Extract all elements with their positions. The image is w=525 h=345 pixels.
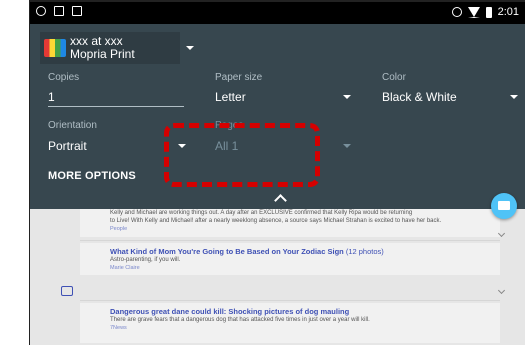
device-screen: 2:01 xxx at xxx Mopria Print Copies 1 Pa… (30, 2, 525, 345)
battery-icon (485, 6, 492, 18)
printer-selector[interactable]: xxx at xxx Mopria Print (40, 32, 180, 64)
orientation-select[interactable]: Portrait (48, 139, 87, 153)
printer-name-line2: Mopria Print (70, 47, 135, 61)
divider (80, 240, 500, 241)
print-options-panel: xxx at xxx Mopria Print Copies 1 Paper s… (30, 24, 525, 209)
more-options-button[interactable]: MORE OPTIONS (48, 170, 136, 182)
collapse-chevron-icon[interactable] (274, 194, 287, 207)
status-icons-left (36, 6, 82, 16)
sd-card-icon (72, 6, 82, 16)
notification-icon (36, 6, 46, 16)
paper-size-label: Paper size (215, 72, 263, 83)
orientation-label: Orientation (48, 120, 97, 131)
wifi-icon (467, 6, 480, 18)
copies-input[interactable]: 1 (48, 90, 55, 104)
data-saver-icon (451, 7, 462, 17)
printer-icon (498, 201, 510, 210)
feed-item-2-body: Astro-parenting, if you will. (110, 257, 181, 263)
status-bar: 2:01 (30, 2, 525, 24)
paper-size-select[interactable]: Letter (215, 90, 246, 104)
feed-item-2-title[interactable]: What Kind of Mom You're Going to Be Base… (110, 247, 344, 256)
print-fab-button[interactable] (491, 193, 517, 219)
color-select[interactable]: Black & White (382, 90, 457, 104)
feed-item-1-body-line2: to Live! With Kelly and Michael! after a… (110, 218, 442, 224)
highlight-annotation (164, 123, 320, 187)
gallery-icon (61, 286, 73, 296)
pages-dropdown-icon[interactable] (343, 144, 351, 148)
divider (80, 300, 500, 301)
mopria-printer-icon (44, 39, 66, 57)
feed-item-1-source: People (110, 226, 128, 232)
color-dropdown-icon[interactable] (510, 95, 518, 99)
feed-item-2-source: Marie Claire (110, 265, 140, 271)
news-feed: Kelly and Michael are working things out… (30, 209, 525, 345)
image-notification-icon (54, 6, 64, 16)
status-time: 2:01 (497, 6, 519, 18)
frame-left-margin (0, 0, 30, 345)
feed-item-3-title[interactable]: Dangerous great dane could kill: Shockin… (110, 307, 349, 316)
feed-item-2-title-row[interactable]: What Kind of Mom You're Going to Be Base… (110, 247, 384, 256)
color-label: Color (382, 72, 406, 83)
paper-size-dropdown-icon[interactable] (343, 95, 351, 99)
copies-label: Copies (48, 72, 80, 83)
feed-item-3-source: 7News (110, 325, 127, 331)
expand-chevron-icon[interactable] (497, 286, 506, 295)
copies-underline (48, 106, 184, 107)
status-icons-right: 2:01 (451, 6, 519, 18)
feed-item-3-body: There are grave fears that a dangerous d… (110, 317, 370, 323)
printer-name: xxx at xxx Mopria Print (70, 35, 135, 61)
feed-item-2-photo-count: (12 photos) (345, 247, 384, 256)
feed-item-1-body-line1: Kelly and Michael are working things out… (110, 210, 413, 216)
printer-dropdown-icon[interactable] (186, 46, 194, 50)
